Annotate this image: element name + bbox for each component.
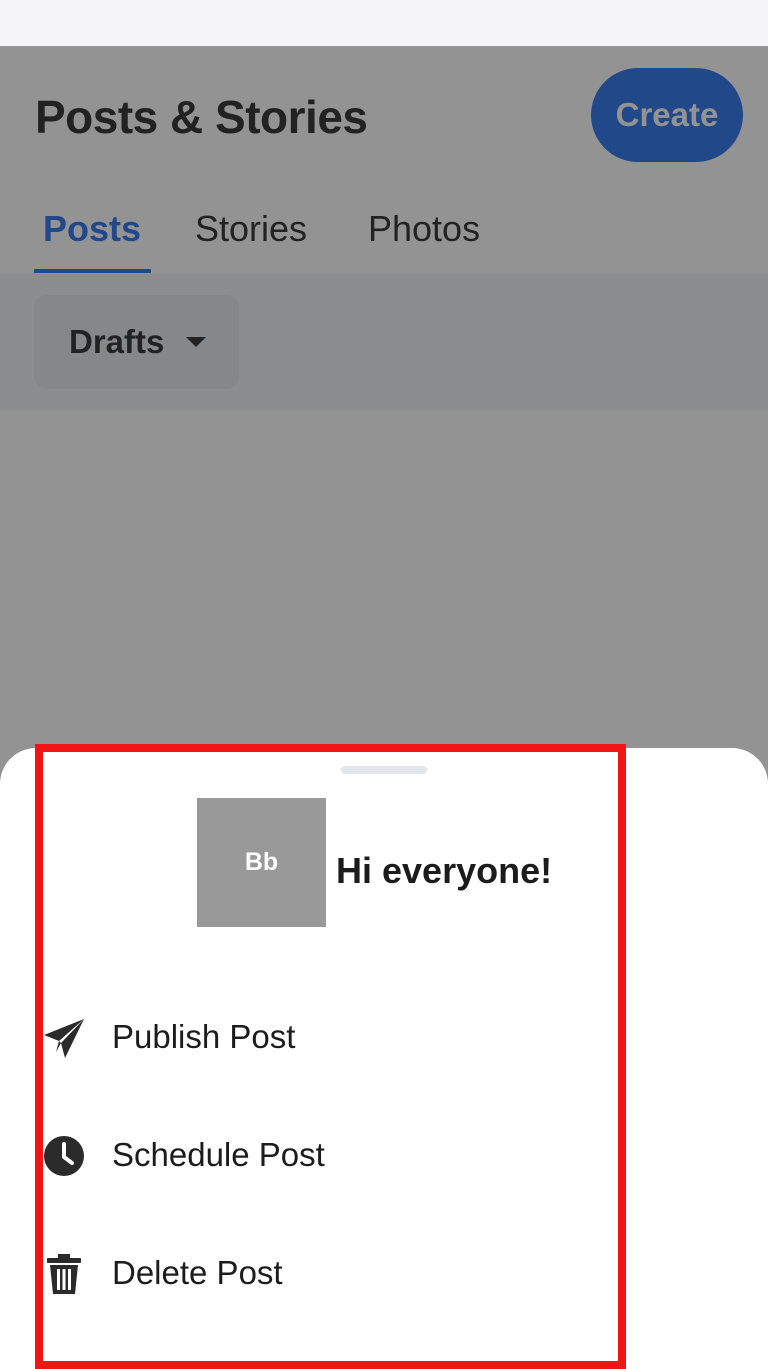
bottom-sheet: Bb Hi everyone! Publish Post Schedule Po… [0,748,768,1365]
publish-post-label: Publish Post [112,1018,296,1055]
clock-icon [44,1136,84,1176]
schedule-post-label: Schedule Post [112,1136,325,1173]
delete-post-label: Delete Post [112,1254,283,1291]
status-bar [0,0,768,46]
post-thumbnail: Bb [197,798,326,927]
delete-post-button[interactable]: Delete Post [36,1234,611,1314]
paper-plane-icon [44,1019,84,1058]
schedule-post-button[interactable]: Schedule Post [36,1116,611,1196]
trash-icon [47,1254,81,1294]
publish-post-button[interactable]: Publish Post [36,998,611,1078]
post-thumbnail-text: Bb [244,848,279,876]
sheet-drag-handle[interactable] [341,766,427,774]
post-title: Hi everyone! [336,850,553,891]
